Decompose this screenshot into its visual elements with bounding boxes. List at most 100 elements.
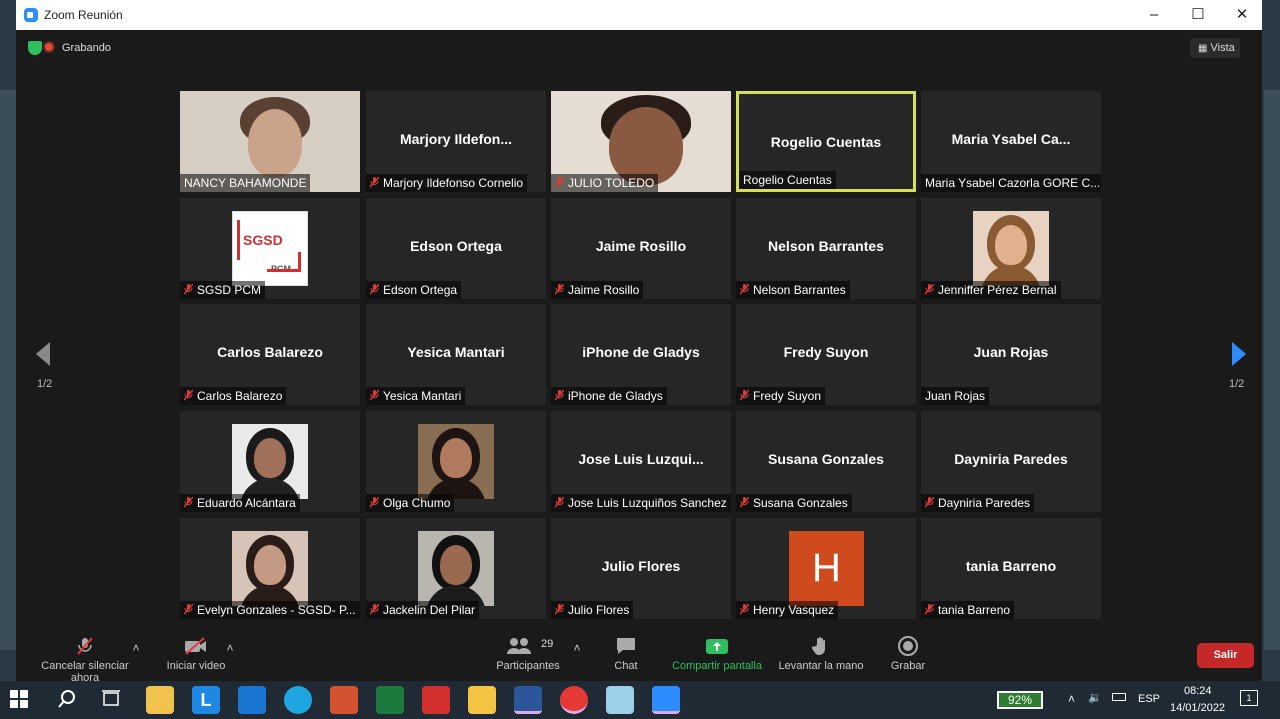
participant-tile[interactable]: Carlos Balarezo Carlos Balarezo [180, 304, 360, 405]
participant-name: Carlos Balarezo [197, 389, 283, 403]
participant-name-label: Jaime Rosillo [551, 281, 644, 299]
battery-icon[interactable] [1112, 693, 1126, 701]
participant-name: Olga Chumo [383, 496, 451, 510]
participants-label: Participantes [496, 660, 560, 672]
participant-name: Jenniffer Pérez Bernal [938, 283, 1057, 297]
participant-tile[interactable]: Julio Flores Julio Flores [551, 518, 731, 619]
next-page-icon[interactable] [1232, 342, 1246, 366]
record-button[interactable]: Grabar [888, 636, 928, 672]
participant-tile[interactable]: Juan Rojas Juan Rojas [921, 304, 1101, 405]
zoom-taskbar-icon[interactable] [652, 686, 680, 714]
participant-tile[interactable]: NANCY BAHAMONDE [180, 91, 360, 192]
task-view-icon[interactable] [100, 688, 128, 716]
app-l-icon[interactable]: L [192, 686, 220, 714]
participant-tile[interactable]: JULIO TOLEDO [551, 91, 731, 192]
participant-display-name: Carlos Balarezo [217, 344, 323, 360]
search-icon[interactable] [56, 688, 84, 716]
participant-tile[interactable]: Yesica Mantari Yesica Mantari [366, 304, 546, 405]
volume-icon[interactable]: 🔉 [1088, 691, 1102, 704]
excel-icon[interactable] [376, 686, 404, 714]
participant-name-label: Juan Rojas [921, 387, 990, 405]
store-icon[interactable] [146, 686, 174, 714]
participant-name-label: Marjory Ildefonso Cornelio [366, 174, 528, 192]
muted-mic-icon [924, 602, 935, 615]
participant-name: Jackelin Del Pilar [383, 603, 476, 617]
participant-display-name: tania Barreno [965, 558, 1057, 574]
muted-mic-icon [26, 636, 144, 656]
muted-mic-icon [554, 282, 565, 295]
powerpoint-icon[interactable] [330, 686, 358, 714]
participant-name-label: Maria Ysabel Cazorla GORE C... [921, 174, 1101, 192]
leave-button[interactable]: Salir [1197, 643, 1254, 668]
minimize-button[interactable]: – [1132, 0, 1176, 30]
muted-mic-icon [183, 282, 194, 295]
audio-options-chevron-icon[interactable]: ˄ [130, 641, 142, 655]
participant-tile[interactable]: Jenniffer Pérez Bernal [921, 198, 1101, 299]
close-button[interactable]: ✕ [1220, 0, 1264, 30]
profile-picture [232, 424, 308, 499]
notification-icon[interactable]: 1 [1240, 690, 1258, 706]
page-indicator-right: 1/2 [1229, 378, 1245, 390]
participant-tile[interactable]: Jose Luis Luzqui... Jose Luis Luzquiños S… [551, 411, 731, 512]
participant-tile[interactable]: Susana Gonzales Susana Gonzales [736, 411, 916, 512]
participant-display-name: Nelson Barrantes [768, 238, 884, 254]
participant-tile[interactable]: iPhone de Gladys iPhone de Gladys [551, 304, 731, 405]
clock-time[interactable]: 08:24 [1184, 685, 1212, 697]
pdf-icon[interactable] [422, 686, 450, 714]
chat-button[interactable]: Chat [606, 636, 646, 672]
participant-tile[interactable]: Dayniria Paredes Dayniria Paredes [921, 411, 1101, 512]
participant-tile[interactable]: Evelyn Gonzales - SGSD- P... [180, 518, 360, 619]
participant-display-name: Julio Flores [601, 558, 681, 574]
participant-tile[interactable]: Maria Ysabel Ca... Maria Ysabel Cazorla G… [921, 91, 1101, 192]
edge-icon[interactable] [284, 686, 312, 714]
start-video-button[interactable]: Iniciar video [162, 636, 230, 672]
windows-start-icon[interactable] [8, 688, 36, 716]
chrome-icon[interactable] [560, 686, 588, 714]
participant-tile[interactable]: Marjory Ildefon... Marjory Ildefonso Corn… [366, 91, 546, 192]
tray-chevron-icon[interactable]: ˄ [1068, 692, 1075, 706]
participant-tile[interactable]: Olga Chumo [366, 411, 546, 512]
muted-mic-icon [369, 388, 380, 401]
start-video-label: Iniciar video [166, 660, 226, 672]
muted-mic-icon [183, 495, 194, 508]
participant-name-label: Olga Chumo [366, 494, 455, 512]
participant-tile[interactable]: Nelson Barrantes Nelson Barrantes [736, 198, 916, 299]
participant-name-label: Henry Vasquez [736, 601, 839, 619]
participant-tile[interactable]: Rogelio Cuentas Rogelio Cuentas [736, 91, 916, 192]
raise-hand-button[interactable]: Levantar la mano [776, 636, 866, 672]
profile-picture [418, 531, 494, 606]
mail-icon[interactable] [238, 686, 266, 714]
participant-grid: NANCY BAHAMONDE Marjory Ildefon... Marjory… [180, 91, 1104, 620]
share-screen-button[interactable]: Compartir pantalla [668, 636, 766, 672]
participant-tile[interactable]: SGSD PCM SGSD PCM [180, 198, 360, 299]
participant-name: Susana Gonzales [753, 496, 848, 510]
participants-options-chevron-icon[interactable]: ˄ [571, 641, 583, 655]
word-icon[interactable] [514, 686, 542, 714]
participant-name-label: Eduardo Alcántara [180, 494, 300, 512]
security-shield-icon[interactable] [28, 41, 42, 55]
participant-tile[interactable]: Fredy Suyon Fredy Suyon [736, 304, 916, 405]
desktop-strip-right [1264, 90, 1280, 650]
previous-page-icon[interactable] [36, 342, 50, 366]
participant-tile[interactable]: H Henry Vasquez [736, 518, 916, 619]
participant-display-name: Rogelio Cuentas [770, 134, 882, 150]
share-screen-label: Compartir pantalla [672, 660, 762, 672]
battery-indicator[interactable]: 92% [997, 691, 1043, 709]
participant-display-name: Jose Luis Luzqui... [578, 451, 704, 467]
maximize-button[interactable]: ☐ [1176, 0, 1220, 30]
unmute-button[interactable]: Cancelar silenciar ahora [26, 636, 144, 684]
app-window-icon[interactable] [606, 686, 634, 714]
profile-picture [418, 424, 494, 499]
clock-date[interactable]: 14/01/2022 [1170, 702, 1225, 714]
participant-tile[interactable]: tania Barreno tania Barreno [921, 518, 1101, 619]
video-options-chevron-icon[interactable]: ˄ [224, 641, 236, 655]
letter-avatar: H [789, 531, 864, 606]
file-explorer-icon[interactable] [468, 686, 496, 714]
view-button[interactable]: ▦ Vista [1190, 38, 1240, 58]
participant-tile[interactable]: Edson Ortega Edson Ortega [366, 198, 546, 299]
participant-tile[interactable]: Eduardo Alcántara [180, 411, 360, 512]
participant-tile[interactable]: Jaime Rosillo Jaime Rosillo [551, 198, 731, 299]
muted-mic-icon [369, 282, 380, 295]
participant-tile[interactable]: Jackelin Del Pilar [366, 518, 546, 619]
language-indicator[interactable]: ESP [1138, 693, 1160, 705]
